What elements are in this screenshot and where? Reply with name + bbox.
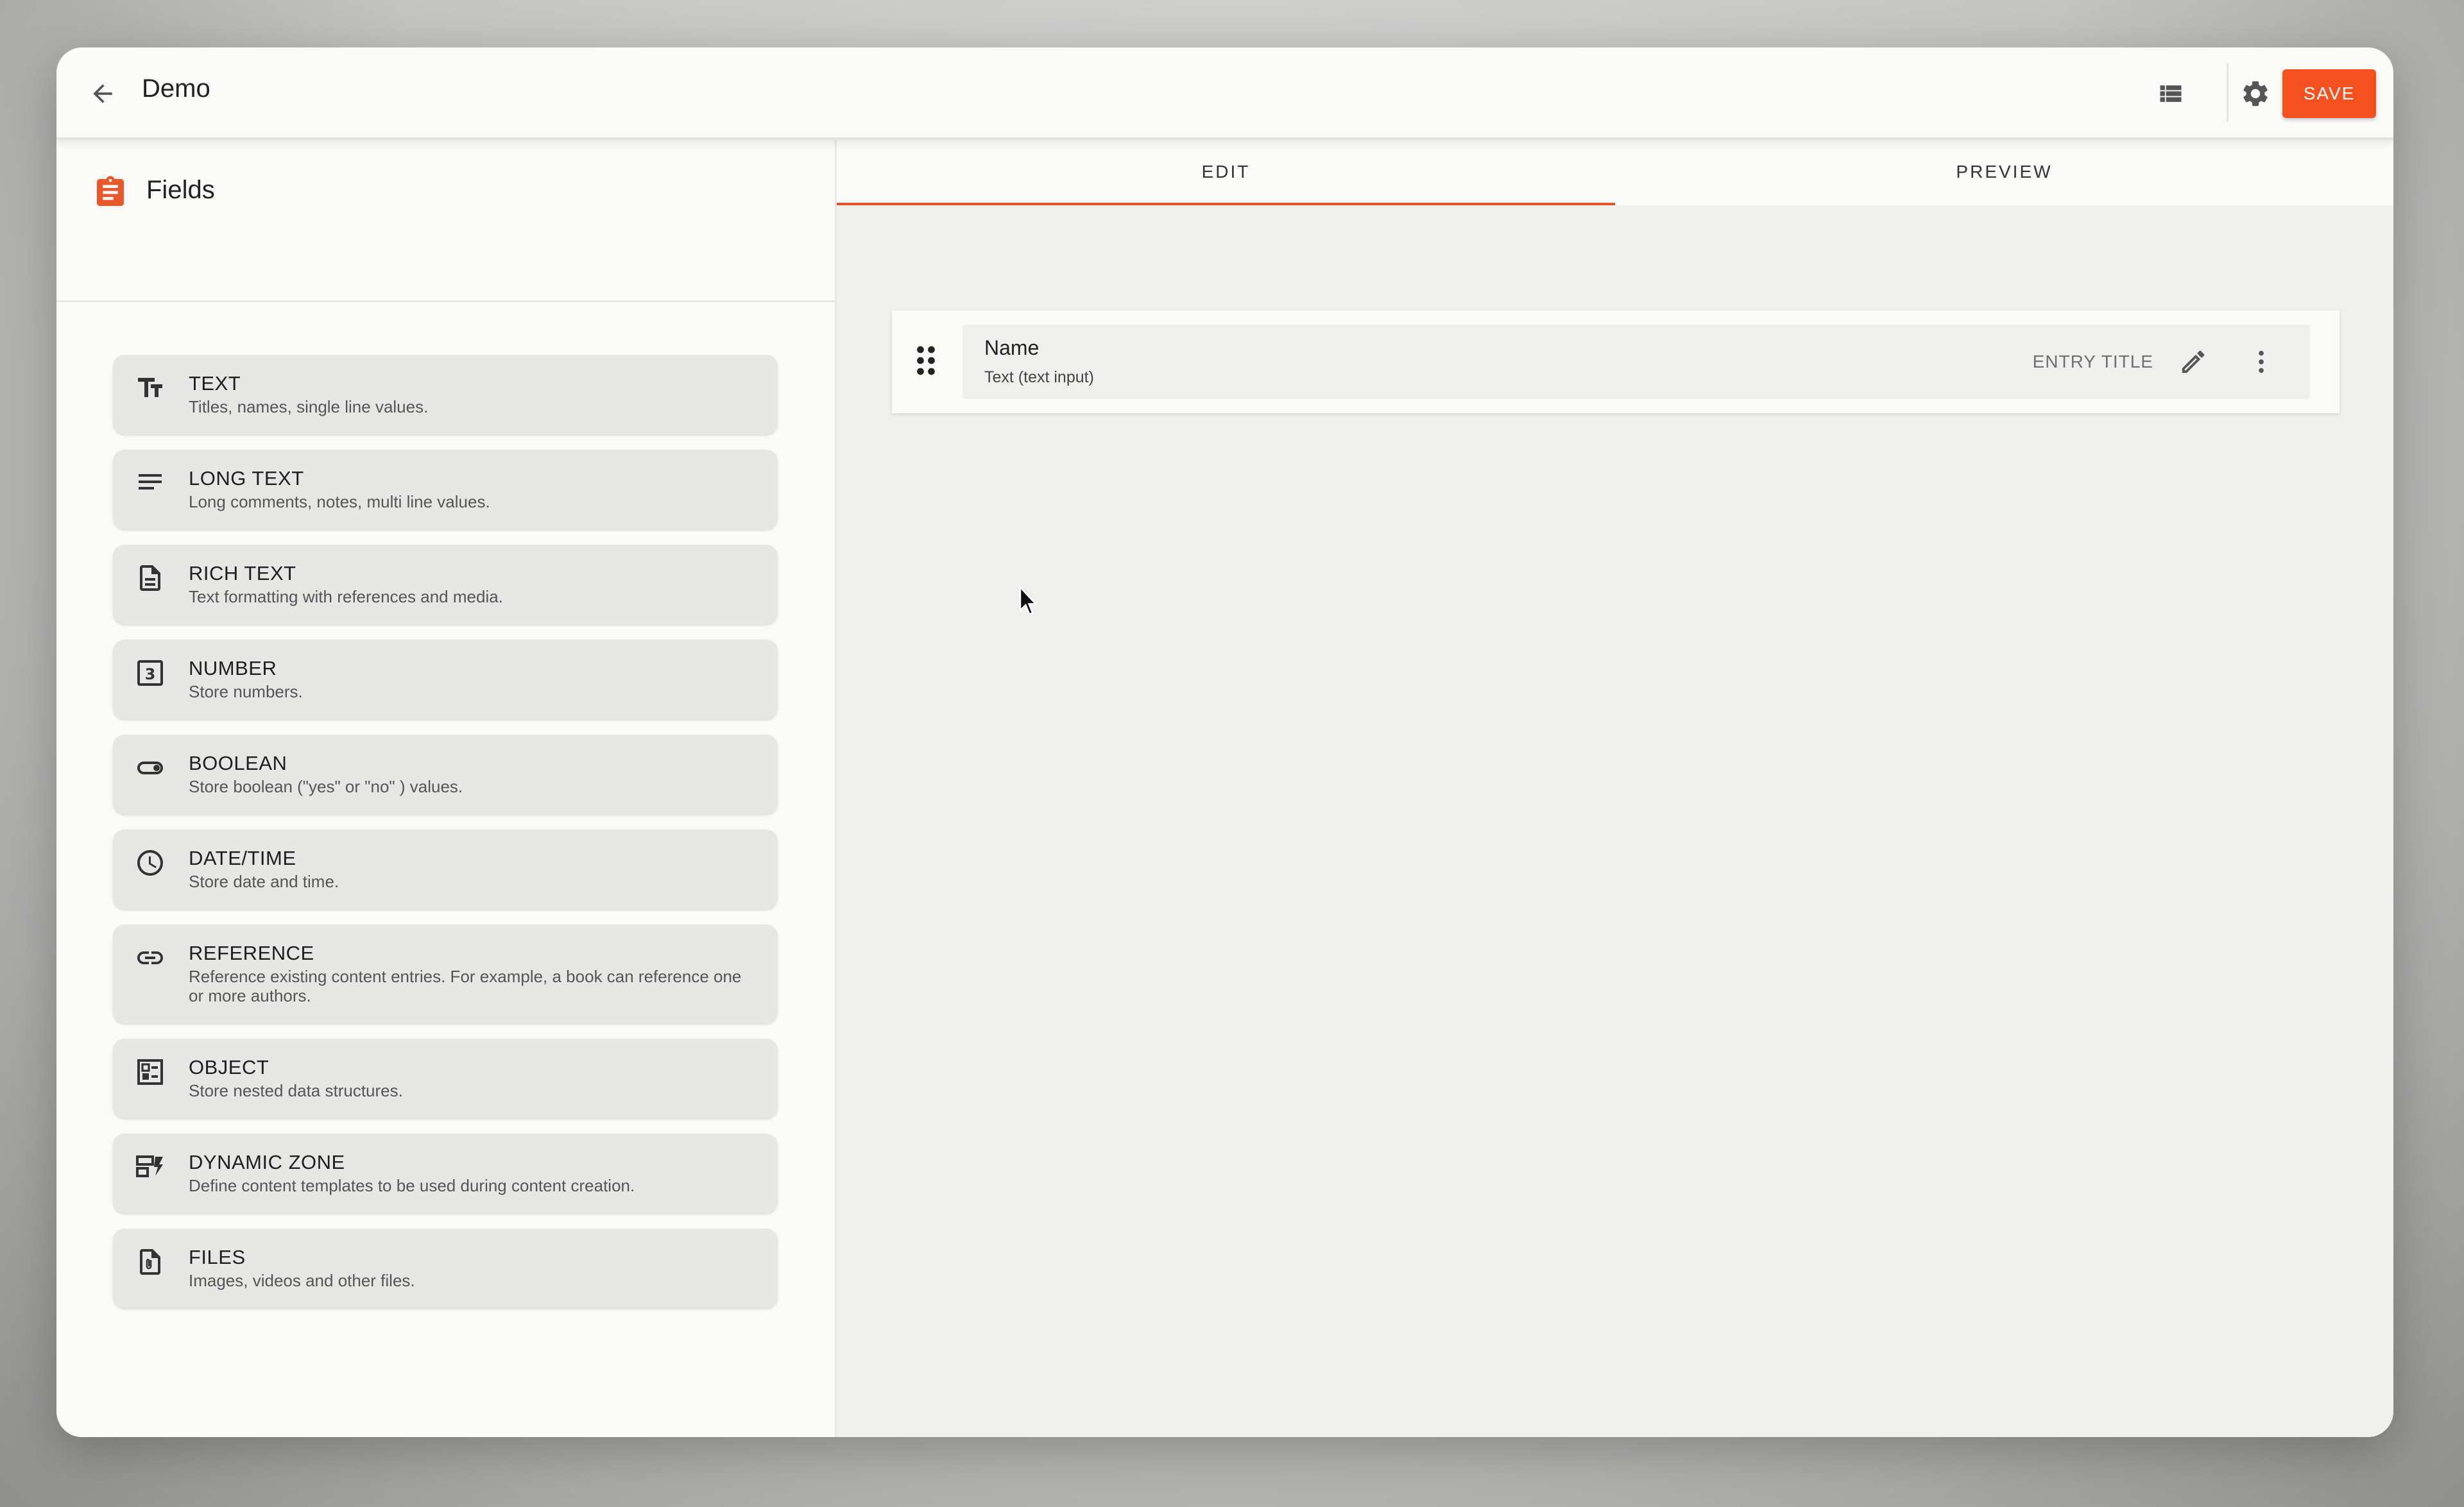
- field-type-long-text[interactable]: LONG TEXT Long comments, notes, multi li…: [113, 450, 778, 529]
- tab-preview[interactable]: PREVIEW: [1615, 140, 2393, 205]
- number-icon: 3: [133, 656, 167, 690]
- field-type-desc: Store numbers.: [189, 682, 303, 701]
- active-tab-indicator: [837, 203, 1615, 205]
- field-type-desc: Titles, names, single line values.: [189, 397, 429, 416]
- app-window: Demo SAVE Fields TEXT Titles, names, sin…: [56, 47, 2393, 1437]
- fields-panel: Fields TEXT Titles, names, single line v…: [56, 140, 837, 1437]
- gear-icon: [2243, 81, 2268, 106]
- top-bar: Demo SAVE: [56, 47, 2393, 140]
- fields-header: Fields: [56, 140, 835, 302]
- field-type-desc: Store boolean ("yes" or "no" ) values.: [189, 777, 463, 796]
- back-button[interactable]: [76, 67, 130, 121]
- settings-button[interactable]: [2230, 68, 2281, 119]
- lines-icon: [133, 466, 167, 500]
- field-type-name: REFERENCE: [189, 942, 314, 964]
- clock-icon: [133, 846, 167, 880]
- field-entry-name: Name: [984, 336, 1040, 359]
- link-icon: [133, 941, 167, 975]
- pencil-icon: [2182, 350, 2205, 373]
- field-type-desc: Store date and time.: [189, 872, 339, 891]
- editor-tabs: EDIT PREVIEW: [837, 140, 2393, 205]
- dynamic-zone-icon: [133, 1150, 167, 1184]
- field-type-boolean[interactable]: BOOLEAN Store boolean ("yes" or "no" ) v…: [113, 735, 778, 814]
- field-type-text[interactable]: TEXT Titles, names, single line values.: [113, 355, 778, 434]
- mouse-cursor-icon: [1019, 586, 1038, 616]
- file-icon: [133, 1245, 167, 1279]
- field-type-number[interactable]: 3 NUMBER Store numbers.: [113, 640, 778, 719]
- field-type-desc: Define content templates to be used duri…: [189, 1176, 635, 1195]
- field-entry-card: Name Text (text input) ENTRY TITLE: [892, 311, 2340, 413]
- toggle-icon: [133, 751, 167, 785]
- more-vert-icon: [2259, 350, 2264, 373]
- field-entry-type: Text (text input): [984, 368, 1094, 386]
- clipboard-icon: [92, 175, 128, 214]
- svg-text:3: 3: [145, 665, 156, 683]
- field-type-reference[interactable]: REFERENCE Reference existing content ent…: [113, 924, 778, 1023]
- field-type-name: NUMBER: [189, 657, 277, 679]
- entry-title-badge: ENTRY TITLE: [2032, 352, 2153, 371]
- field-type-desc: Reference existing content entries. For …: [189, 967, 742, 1005]
- field-type-object[interactable]: OBJECT Store nested data structures.: [113, 1039, 778, 1118]
- edit-field-button[interactable]: [2173, 341, 2214, 382]
- field-type-desc: Text formatting with references and medi…: [189, 587, 503, 606]
- field-type-list: TEXT Titles, names, single line values. …: [113, 355, 778, 1324]
- field-type-files[interactable]: FILES Images, videos and other files.: [113, 1229, 778, 1308]
- field-type-name: DYNAMIC ZONE: [189, 1151, 345, 1173]
- drag-handle-icon: [917, 346, 935, 375]
- list-view-button[interactable]: [2145, 68, 2196, 119]
- more-options-button[interactable]: [2241, 341, 2282, 382]
- field-type-desc: Long comments, notes, multi line values.: [189, 492, 490, 511]
- tab-edit[interactable]: EDIT: [837, 140, 1615, 205]
- editor-panel: EDIT PREVIEW Name Text (text input) ENTR…: [837, 140, 2393, 1437]
- fields-title: Fields: [146, 176, 215, 204]
- field-type-dynamic-zone[interactable]: DYNAMIC ZONE Define content templates to…: [113, 1134, 778, 1213]
- toolbar-divider: [2227, 63, 2229, 122]
- field-type-name: OBJECT: [189, 1056, 270, 1078]
- field-entry[interactable]: Name Text (text input) ENTRY TITLE: [963, 325, 2310, 399]
- field-type-desc: Images, videos and other files.: [189, 1271, 415, 1290]
- field-type-name: RICH TEXT: [189, 562, 296, 584]
- field-type-rich-text[interactable]: RICH TEXT Text formatting with reference…: [113, 545, 778, 624]
- field-type-name: LONG TEXT: [189, 467, 304, 490]
- field-type-name: DATE/TIME: [189, 847, 296, 869]
- drag-handle[interactable]: [911, 343, 941, 379]
- arrow-back-icon: [93, 84, 112, 103]
- list-view-icon: [2160, 85, 2182, 102]
- field-type-datetime[interactable]: DATE/TIME Store date and time.: [113, 830, 778, 909]
- object-icon: [133, 1055, 167, 1089]
- document-icon: [133, 561, 167, 595]
- save-button[interactable]: SAVE: [2282, 69, 2376, 118]
- text-format-icon: [133, 371, 167, 405]
- field-type-name: FILES: [189, 1246, 246, 1268]
- field-type-name: TEXT: [189, 372, 241, 395]
- field-type-desc: Store nested data structures.: [189, 1081, 403, 1100]
- field-type-name: BOOLEAN: [189, 752, 287, 774]
- page-title: Demo: [142, 74, 210, 103]
